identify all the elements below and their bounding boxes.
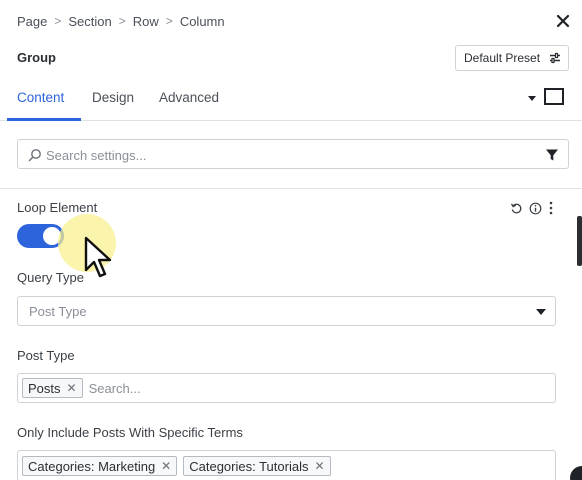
terms-label: Only Include Posts With Specific Terms: [17, 425, 243, 440]
tag-posts: Posts ✕: [22, 378, 83, 398]
remove-tag-icon[interactable]: ✕: [314, 459, 324, 473]
search-settings-field: [17, 139, 569, 169]
post-type-search-input[interactable]: [88, 380, 289, 396]
filter-icon[interactable]: [545, 148, 559, 162]
tab-advanced[interactable]: Advanced: [159, 90, 219, 105]
close-icon: [556, 14, 570, 28]
post-type-label: Post Type: [17, 348, 75, 363]
query-type-label: Query Type: [17, 270, 84, 285]
preset-label: Default Preset: [464, 51, 541, 65]
tag-label: Categories: Tutorials: [189, 458, 309, 474]
more-options-icon[interactable]: [548, 201, 554, 215]
panel-title: Group: [17, 50, 56, 65]
tab-bar: Content Design Advanced: [0, 82, 582, 121]
remove-tag-icon[interactable]: ✕: [67, 381, 77, 395]
sliders-icon: [550, 52, 560, 64]
caret-down-icon[interactable]: [526, 92, 538, 104]
breadcrumb-item-column[interactable]: Column: [180, 14, 225, 29]
search-icon: [28, 149, 41, 162]
breadcrumb-separator: >: [118, 14, 126, 28]
loop-element-toggle[interactable]: [17, 224, 64, 248]
terms-tags-field: Categories: Marketing ✕ Categories: Tuto…: [17, 450, 556, 480]
scrollbar-thumb[interactable]: [577, 216, 582, 266]
tag-label: Categories: Marketing: [28, 458, 156, 474]
loop-element-label: Loop Element: [17, 200, 98, 215]
breadcrumb-separator: >: [165, 14, 173, 28]
close-button[interactable]: [553, 11, 573, 31]
tab-design[interactable]: Design: [92, 90, 134, 105]
breadcrumb-item-page[interactable]: Page: [17, 14, 47, 29]
mouse-pointer-icon: [84, 236, 112, 278]
post-type-tags-field: Posts ✕: [17, 373, 556, 403]
field-actions: [510, 200, 554, 216]
reset-icon[interactable]: [510, 202, 523, 215]
info-icon[interactable]: [529, 202, 542, 215]
default-preset-button[interactable]: Default Preset: [455, 45, 569, 71]
query-type-value: Post Type: [29, 304, 87, 319]
section-divider: [0, 188, 582, 189]
tag-label: Posts: [28, 380, 61, 396]
tab-content[interactable]: Content: [17, 90, 64, 105]
breadcrumb-separator: >: [54, 14, 62, 28]
search-input[interactable]: [46, 145, 506, 165]
remove-tag-icon[interactable]: ✕: [161, 459, 171, 473]
active-tab-indicator: [7, 118, 81, 121]
square-toggle-icon[interactable]: [544, 88, 564, 105]
corner-badge[interactable]: [570, 466, 582, 480]
query-type-select[interactable]: Post Type: [17, 296, 556, 326]
tag-categories-tutorials: Categories: Tutorials ✕: [183, 456, 331, 476]
breadcrumb-item-row[interactable]: Row: [133, 14, 159, 29]
tag-categories-marketing: Categories: Marketing ✕: [22, 456, 178, 476]
chevron-down-icon: [536, 309, 546, 315]
breadcrumb-item-section[interactable]: Section: [68, 14, 111, 29]
breadcrumb: Page > Section > Row > Column: [17, 11, 225, 31]
